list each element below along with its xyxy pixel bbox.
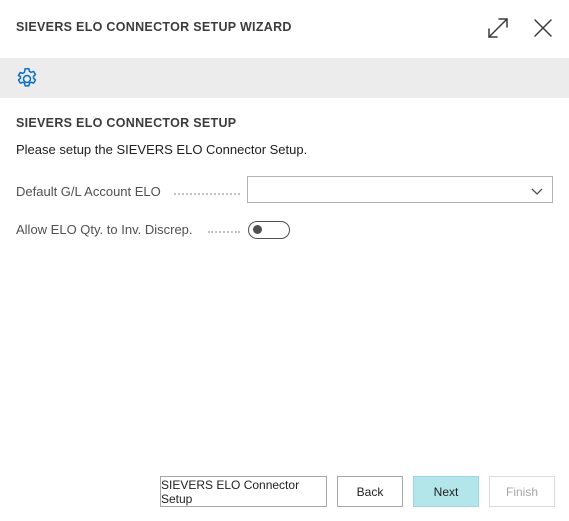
expand-icon [488,18,508,38]
close-icon [534,19,552,37]
section-title: SIEVERS ELO CONNECTOR SETUP [16,116,237,130]
default-gl-account-select[interactable] [247,176,553,203]
next-button[interactable]: Next [413,476,479,507]
gear-icon [17,67,37,87]
field-leader-dots [208,218,240,233]
finish-button: Finish [489,476,555,507]
default-gl-account-label: Default G/L Account ELO [16,184,161,199]
field-leader-dots [174,180,240,195]
dialog-header: SIEVERS ELO CONNECTOR SETUP WIZARD [0,0,569,58]
toggle-knob [253,225,262,234]
chevron-down-icon [531,188,543,195]
setup-action-button[interactable] [14,66,40,92]
action-toolbar [0,58,569,98]
expand-button[interactable] [484,14,512,42]
allow-qty-discrep-toggle[interactable] [248,221,290,239]
allow-qty-discrep-label: Allow ELO Qty. to Inv. Discrep. [16,222,193,237]
connector-setup-button[interactable]: SIEVERS ELO Connector Setup [160,476,327,507]
instructions-text: Please setup the SIEVERS ELO Connector S… [16,142,308,157]
back-button[interactable]: Back [337,476,403,507]
dialog-title: SIEVERS ELO CONNECTOR SETUP WIZARD [16,20,292,34]
close-button[interactable] [529,14,557,42]
